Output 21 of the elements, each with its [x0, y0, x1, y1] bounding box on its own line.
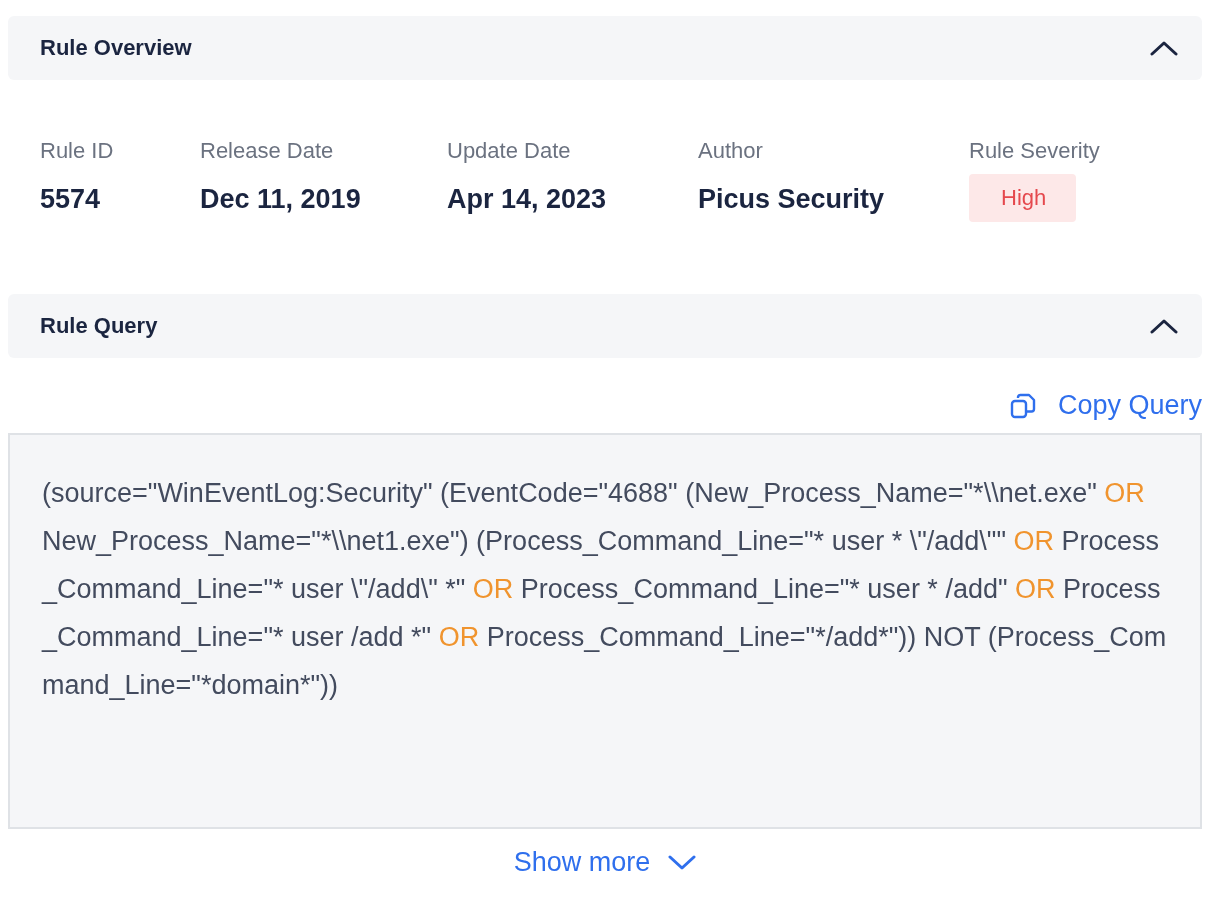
severity-badge: High: [969, 174, 1077, 222]
field-label: Update Date: [447, 137, 571, 165]
chevron-down-icon: [668, 854, 697, 871]
field-value: Dec 11, 2019: [200, 183, 361, 216]
field-value: 5574: [40, 183, 101, 216]
field-value: Picus Security: [698, 183, 885, 216]
chevron-up-icon: [1150, 318, 1178, 334]
field-value: Apr 14, 2023: [447, 183, 607, 216]
collapse-toggle[interactable]: [1150, 40, 1178, 56]
copy-icon: [1009, 392, 1036, 419]
field-label: Author: [698, 137, 763, 165]
field-label: Rule Severity: [969, 137, 1100, 165]
query-text: (source="WinEventLog:Security" (EventCode="4688" (New_Process_Name="*\\net.exe" OR New_Process_Name="*\\net1.exe") (Process_Command_Line="* user * \"/add\"" OR Process_Command_Line="* user \"/add\" *" OR Process_Command_Line="* user * /add" OR Process_Command_Line="* user /add *" OR Process_Command_Line="*/add*")) NOT (Process_Command_Line="*domain*")): [42, 477, 1168, 702]
section-title: Rule Query: [40, 313, 158, 339]
collapse-toggle[interactable]: [1150, 318, 1178, 334]
show-more-button[interactable]: Show more: [513, 847, 697, 878]
field-label: Release Date: [200, 137, 334, 165]
section-title: Rule Overview: [40, 35, 192, 61]
chevron-up-icon: [1150, 40, 1178, 56]
copy-query-button[interactable]: Copy Query: [1009, 390, 1202, 421]
field-label: Rule ID: [40, 137, 114, 165]
